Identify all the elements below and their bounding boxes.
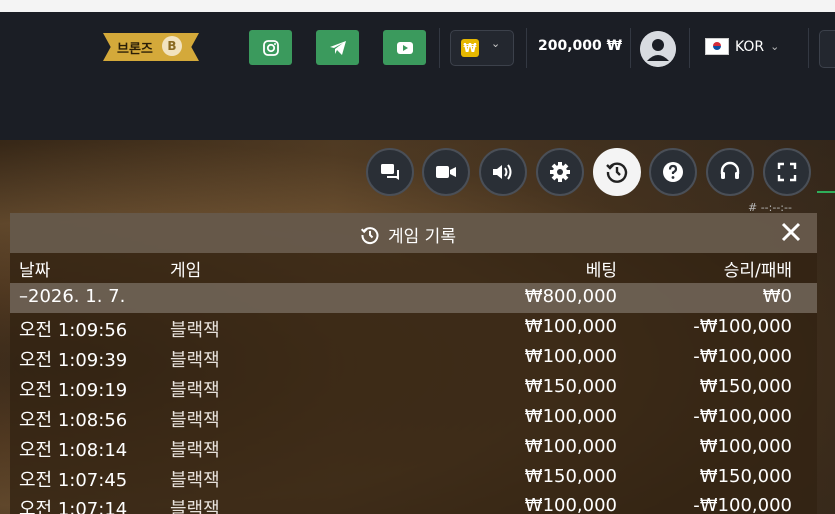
- history-row[interactable]: 오전 1:09:19 블랙잭 ₩150,000 ₩150,000: [10, 373, 817, 403]
- gear-icon: [550, 162, 570, 182]
- history-row[interactable]: 오전 1:09:56 블랙잭 ₩100,000 -₩100,000: [10, 313, 817, 343]
- history-panel-title: 게임 기록: [360, 222, 456, 247]
- rank-label: 브론즈: [117, 42, 153, 57]
- telegram-button[interactable]: [316, 30, 359, 65]
- separator: [439, 28, 440, 68]
- column-result: 승리/패배: [723, 261, 792, 281]
- date-group-bet: ₩800,000: [524, 286, 617, 307]
- row-time: 오전 1:08:14: [19, 440, 128, 461]
- history-row[interactable]: 오전 1:09:39 블랙잭 ₩100,000 -₩100,000: [10, 343, 817, 373]
- language-select[interactable]: KOR ⌄: [705, 38, 779, 55]
- edge-button[interactable]: [819, 30, 835, 68]
- row-result: -₩100,000: [693, 406, 792, 427]
- date-group-result: ₩0: [762, 286, 792, 307]
- row-result: -₩100,000: [693, 495, 792, 514]
- row-result: ₩150,000: [699, 466, 792, 487]
- history-row[interactable]: 오전 1:08:14 블랙잭 ₩100,000 ₩100,000: [10, 433, 817, 463]
- chat-icon: [381, 164, 399, 180]
- chevron-down-icon: ⌄: [770, 40, 780, 53]
- row-time: 오전 1:09:56: [19, 320, 128, 341]
- telegram-icon: [329, 40, 346, 55]
- video-button[interactable]: [422, 148, 470, 196]
- row-game: 블랙잭: [170, 380, 220, 401]
- close-icon: [781, 222, 801, 242]
- row-bet: ₩100,000: [524, 346, 617, 367]
- youtube-button[interactable]: [383, 30, 426, 65]
- youtube-icon: [396, 41, 413, 54]
- row-bet: ₩150,000: [524, 376, 617, 397]
- row-game: 블랙잭: [170, 350, 220, 371]
- rank-coin-icon: B: [162, 36, 182, 56]
- close-button[interactable]: [778, 219, 804, 249]
- row-time: 오전 1:07:45: [19, 470, 128, 491]
- balance-display: 200,000 ₩: [538, 38, 623, 54]
- row-time: 오전 1:07:14: [19, 499, 128, 514]
- question-icon: [663, 162, 683, 182]
- korea-flag-icon: [705, 38, 729, 55]
- separator: [526, 28, 527, 68]
- row-bet: ₩100,000: [524, 406, 617, 427]
- instagram-button[interactable]: [249, 30, 292, 65]
- support-button[interactable]: [706, 148, 754, 196]
- row-result: -₩100,000: [693, 316, 792, 337]
- row-time: 오전 1:09:19: [19, 380, 128, 401]
- history-icon: [360, 226, 379, 244]
- column-bet: 베팅: [585, 261, 617, 281]
- help-button[interactable]: [649, 148, 697, 196]
- history-panel-header: 게임 기록: [10, 213, 817, 253]
- history-icon: [606, 162, 628, 183]
- game-history-panel: 게임 기록 날짜 게임 베팅 승리/패배 –2026. 1. 7. ₩800,0…: [10, 213, 817, 514]
- row-game: 블랙잭: [170, 499, 220, 514]
- row-time: 오전 1:08:56: [19, 410, 128, 431]
- row-bet: ₩100,000: [524, 495, 617, 514]
- instagram-icon: [262, 39, 279, 56]
- chevron-down-icon: ⌄: [491, 37, 501, 50]
- row-game: 블랙잭: [170, 470, 220, 491]
- history-row[interactable]: 오전 1:07:45 블랙잭 ₩150,000 ₩150,000: [10, 463, 817, 493]
- row-result: ₩100,000: [699, 436, 792, 457]
- row-result: ₩150,000: [699, 376, 792, 397]
- column-game: 게임: [170, 261, 202, 281]
- separator: [689, 28, 690, 68]
- fullscreen-icon: [777, 162, 797, 182]
- row-time: 오전 1:09:39: [19, 350, 128, 371]
- history-button[interactable]: [593, 148, 641, 196]
- currency-select[interactable]: ₩ ⌄: [450, 30, 514, 66]
- rank-badge[interactable]: 브론즈 B: [95, 30, 207, 64]
- chat-button[interactable]: [366, 148, 414, 196]
- row-game: 블랙잭: [170, 320, 220, 341]
- headset-icon: [720, 161, 740, 179]
- history-row[interactable]: 오전 1:07:14 블랙잭 ₩100,000 -₩100,000: [10, 492, 817, 514]
- sub-header-bar: [0, 84, 835, 140]
- progress-indicator: [817, 191, 835, 193]
- browser-top-strip: [0, 0, 835, 12]
- user-icon: [640, 31, 676, 67]
- row-bet: ₩100,000: [524, 316, 617, 337]
- separator: [808, 28, 809, 68]
- row-result: -₩100,000: [693, 346, 792, 367]
- history-title-text: 게임 기록: [388, 227, 456, 247]
- won-currency-icon: ₩: [461, 39, 479, 57]
- column-date: 날짜: [19, 261, 51, 281]
- language-label: KOR: [735, 38, 765, 55]
- settings-button[interactable]: [536, 148, 584, 196]
- date-group-row[interactable]: –2026. 1. 7. ₩800,000 ₩0: [10, 283, 817, 313]
- row-bet: ₩150,000: [524, 466, 617, 487]
- row-bet: ₩100,000: [524, 436, 617, 457]
- row-game: 블랙잭: [170, 440, 220, 461]
- sound-button[interactable]: [479, 148, 527, 196]
- row-game: 블랙잭: [170, 410, 220, 431]
- history-row[interactable]: 오전 1:08:56 블랙잭 ₩100,000 -₩100,000: [10, 403, 817, 433]
- user-avatar-button[interactable]: [640, 31, 676, 67]
- fullscreen-button[interactable]: [763, 148, 811, 196]
- date-group-label: –2026. 1. 7.: [19, 286, 126, 307]
- history-column-headers: 날짜 게임 베팅 승리/패배: [10, 253, 817, 283]
- video-camera-icon: [436, 166, 456, 178]
- separator: [630, 28, 631, 68]
- speaker-icon: [493, 164, 512, 180]
